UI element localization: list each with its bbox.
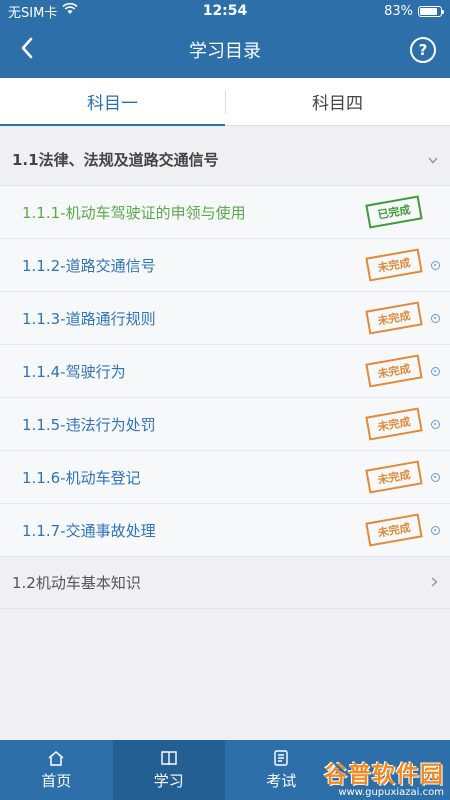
section-header-1-1[interactable]: 1.1法律、法规及道路交通信号 [0, 134, 450, 186]
dot-icon [431, 419, 440, 429]
home-icon [47, 750, 65, 766]
status-time: 12:54 [202, 3, 248, 19]
list-item[interactable]: 1.1.6-机动车登记 未完成 [0, 451, 450, 504]
completed-stamp: 已完成 [365, 195, 423, 229]
battery-icon [418, 5, 444, 17]
dot-icon [431, 313, 440, 323]
item-label: 1.1.6-机动车登记 [22, 468, 141, 487]
bottom-tab-bar: 首页 学习 考试 谷普软件园 www.gupuxiazai.com [0, 740, 450, 800]
bottom-tab-home[interactable]: 首页 [0, 740, 113, 800]
item-right: 未完成 [365, 513, 440, 547]
nav-bar: 学习目录 ? [0, 22, 450, 78]
bottom-tab-label: 学习 [153, 771, 184, 790]
bottom-tab-study[interactable]: 学习 [112, 740, 225, 800]
chevron-right-icon [431, 576, 438, 590]
tab-subject-four[interactable]: 科目四 [225, 78, 450, 125]
bottom-tab-label: 考试 [266, 771, 297, 790]
chevron-down-icon [428, 153, 438, 167]
incomplete-stamp: 未完成 [365, 513, 423, 547]
item-right: 未完成 [365, 301, 440, 335]
item-label: 1.1.4-驾驶行为 [22, 362, 126, 381]
help-button[interactable]: ? [410, 37, 436, 63]
item-label: 1.1.7-交通事故处理 [22, 521, 156, 540]
incomplete-stamp: 未完成 [365, 301, 423, 335]
item-label: 1.1.1-机动车驾驶证的申领与使用 [22, 203, 246, 222]
watermark-sub: www.gupuxiazai.com [338, 786, 444, 798]
exam-icon [272, 749, 290, 766]
section-title: 1.2机动车基本知识 [12, 574, 141, 592]
list-item[interactable]: 1.1.5-违法行为处罚 未完成 [0, 398, 450, 451]
page-title: 学习目录 [189, 41, 261, 62]
list-item[interactable]: 1.1.4-驾驶行为 未完成 [0, 345, 450, 398]
item-label: 1.1.2-道路交通信号 [22, 256, 156, 275]
incomplete-stamp: 未完成 [365, 407, 423, 441]
status-bar: 无SIM卡 12:54 83% [0, 0, 450, 22]
incomplete-stamp: 未完成 [365, 248, 423, 282]
section-header-1-2[interactable]: 1.2机动车基本知识 [0, 557, 450, 609]
section-items: 1.1.1-机动车驾驶证的申领与使用 已完成 1.1.2-道路交通信号 未完成 … [0, 186, 450, 557]
dot-icon [431, 472, 440, 482]
book-icon [160, 750, 178, 766]
incomplete-stamp: 未完成 [365, 460, 423, 494]
tab-divider [225, 90, 226, 114]
list-item[interactable]: 1.1.7-交通事故处理 未完成 [0, 504, 450, 557]
dot-icon [431, 366, 440, 376]
catalog-list: 1.1法律、法规及道路交通信号 1.1.1-机动车驾驶证的申领与使用 已完成 1… [0, 134, 450, 609]
list-item[interactable]: 1.1.2-道路交通信号 未完成 [0, 239, 450, 292]
watermark-logo: 谷普软件园 www.gupuxiazai.com [324, 754, 444, 798]
subject-tabs: 科目一 科目四 [0, 78, 450, 126]
incomplete-stamp: 未完成 [365, 354, 423, 388]
bottom-tab-exam[interactable]: 考试 [225, 740, 338, 800]
back-button[interactable] [12, 30, 42, 70]
dot-icon [431, 260, 440, 270]
back-arrow-icon [20, 37, 34, 63]
item-right: 未完成 [365, 354, 440, 388]
item-right: 已完成 [365, 195, 440, 229]
bottom-tab-label: 首页 [41, 771, 72, 790]
item-right: 未完成 [365, 248, 440, 282]
watermark-main: 谷普软件园 [324, 761, 444, 788]
list-item[interactable]: 1.1.3-道路通行规则 未完成 [0, 292, 450, 345]
item-right: 未完成 [365, 460, 440, 494]
section-title: 1.1法律、法规及道路交通信号 [12, 151, 219, 169]
list-item[interactable]: 1.1.1-机动车驾驶证的申领与使用 已完成 [0, 186, 450, 239]
item-right: 未完成 [365, 407, 440, 441]
dot-icon [431, 525, 440, 535]
tab-subject-one[interactable]: 科目一 [0, 78, 225, 126]
battery-fill [420, 7, 437, 15]
item-label: 1.1.5-违法行为处罚 [22, 415, 156, 434]
item-label: 1.1.3-道路通行规则 [22, 309, 156, 328]
help-icon: ? [418, 41, 428, 59]
